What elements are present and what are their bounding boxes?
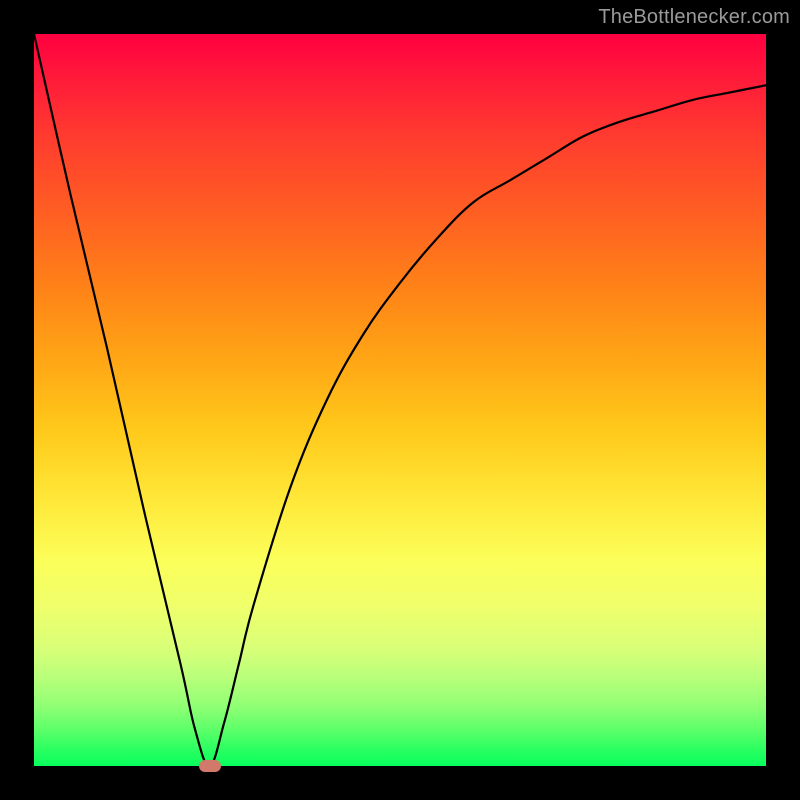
chart-frame: TheBottlenecker.com xyxy=(0,0,800,800)
plot-area xyxy=(34,34,766,766)
bottleneck-curve xyxy=(34,34,766,766)
watermark-text: TheBottlenecker.com xyxy=(598,6,790,29)
minimum-marker xyxy=(199,760,221,772)
